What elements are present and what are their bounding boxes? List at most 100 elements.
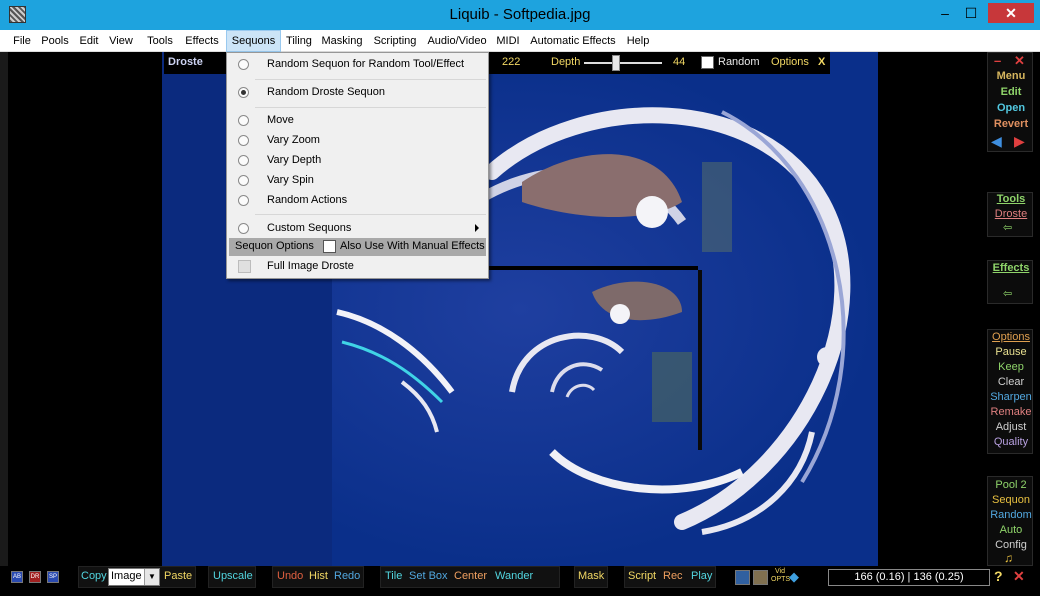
tile-button[interactable]: Tile <box>385 570 402 582</box>
mask-button[interactable]: Mask <box>578 570 604 582</box>
dd-move[interactable]: Move <box>227 111 488 131</box>
dd-random-actions[interactable]: Random Actions <box>227 191 488 211</box>
remake-link[interactable]: Remake <box>988 406 1034 418</box>
random-checkbox[interactable] <box>701 56 714 69</box>
submenu-arrow-icon <box>475 224 479 232</box>
dd-label: Vary Spin <box>267 174 314 186</box>
painting-icon[interactable] <box>753 570 768 585</box>
dd-label: Move <box>267 114 294 126</box>
vid-opts-button[interactable]: Vid OPTS <box>771 568 790 586</box>
clear-link[interactable]: Clear <box>988 376 1034 388</box>
pause-link[interactable]: Pause <box>988 346 1034 358</box>
menu-tiling[interactable]: Tiling <box>284 30 314 52</box>
quality-link[interactable]: Quality <box>988 436 1034 448</box>
edit-link[interactable]: Edit <box>988 86 1034 98</box>
depth-slider-track[interactable] <box>584 62 662 64</box>
back-arrow-icon[interactable]: ⇦ <box>1003 221 1012 234</box>
menu-file[interactable]: File <box>10 30 34 52</box>
radio-icon <box>238 115 249 126</box>
arrow-right-icon[interactable]: ▶ <box>1014 133 1025 150</box>
menu-effects[interactable]: Effects <box>181 30 223 52</box>
radio-icon <box>238 135 249 146</box>
sharpen-link[interactable]: Sharpen <box>988 391 1034 403</box>
sequon-link[interactable]: Sequon <box>988 494 1034 506</box>
menu-automatic-effects[interactable]: Automatic Effects <box>526 30 620 52</box>
droste-link[interactable]: Droste <box>988 208 1034 220</box>
wander-button[interactable]: Wander <box>495 570 533 582</box>
script-button[interactable]: Script <box>628 570 656 582</box>
menu-sequons[interactable]: Sequons <box>226 30 281 52</box>
dd-label: Vary Zoom <box>267 134 320 146</box>
adjust-link[interactable]: Adjust <box>988 421 1034 433</box>
image-icon[interactable] <box>735 570 750 585</box>
depth-slider-thumb[interactable] <box>612 55 620 71</box>
minimize-button[interactable]: – <box>932 3 958 23</box>
menu-edit[interactable]: Edit <box>76 30 102 52</box>
music-note-icon[interactable]: ♫ <box>1004 551 1013 565</box>
minus-icon[interactable]: – <box>994 53 1001 68</box>
undo-button[interactable]: Undo <box>277 570 303 582</box>
radio-icon <box>238 59 249 70</box>
dd-full-image-droste[interactable]: Full Image Droste <box>227 257 488 277</box>
diamond-icon[interactable]: ◆ <box>789 569 799 585</box>
auto-link[interactable]: Auto <box>988 524 1034 536</box>
options-button[interactable]: Options <box>771 56 809 68</box>
dd-custom-sequons[interactable]: Custom Sequons <box>227 219 488 239</box>
keep-link[interactable]: Keep <box>988 361 1034 373</box>
dd-vary-zoom[interactable]: Vary Zoom <box>227 131 488 151</box>
dd-label: Vary Depth <box>267 154 322 166</box>
menu-view[interactable]: View <box>106 30 136 52</box>
pool-box: Pool 2 Sequon Random Auto Config ♫ <box>987 476 1033 566</box>
rec-button[interactable]: Rec <box>663 570 683 582</box>
menu-midi[interactable]: MIDI <box>494 30 522 52</box>
help-button[interactable]: ? <box>994 568 1003 584</box>
dd-vary-depth[interactable]: Vary Depth <box>227 151 488 171</box>
close-x-icon[interactable]: ✕ <box>1014 53 1025 69</box>
menu-help[interactable]: Help <box>624 30 652 52</box>
play-button[interactable]: Play <box>691 570 712 582</box>
paste-button[interactable]: Paste <box>164 570 192 582</box>
menu-pools[interactable]: Pools <box>38 30 72 52</box>
back-arrow-icon[interactable]: ⇦ <box>1003 287 1012 300</box>
upscale-button[interactable]: Upscale <box>213 570 253 582</box>
radio-checked-icon <box>238 87 249 98</box>
tools-link[interactable]: Tools <box>988 193 1034 205</box>
menu-masking[interactable]: Masking <box>319 30 365 52</box>
ab-icon[interactable]: AB <box>11 571 23 583</box>
config-link[interactable]: Config <box>988 539 1034 551</box>
revert-link[interactable]: Revert <box>988 118 1034 130</box>
hist-button[interactable]: Hist <box>309 570 328 582</box>
menu-scripting[interactable]: Scripting <box>370 30 420 52</box>
redo-button[interactable]: Redo <box>334 570 360 582</box>
tools-x-icon[interactable]: ✕ <box>1013 568 1025 585</box>
options-box: Options Pause Keep Clear Sharpen Remake … <box>987 329 1033 454</box>
menu-audio-video[interactable]: Audio/Video <box>424 30 490 52</box>
chevron-down-icon[interactable]: ▼ <box>144 569 159 585</box>
dd-random-droste-sequon[interactable]: Random Droste Sequon <box>227 83 488 103</box>
setbox-button[interactable]: Set Box <box>409 570 448 582</box>
radio-icon <box>238 175 249 186</box>
depth-label: Depth <box>551 56 581 68</box>
options-link[interactable]: Options <box>988 331 1034 343</box>
effects-link[interactable]: Effects <box>988 262 1034 274</box>
dd-vary-spin[interactable]: Vary Spin <box>227 171 488 191</box>
dd-label: Random Droste Sequon <box>267 86 386 98</box>
also-use-checkbox[interactable] <box>323 240 336 253</box>
arrow-left-icon[interactable]: ◀ <box>991 133 1002 150</box>
maximize-button[interactable]: ☐ <box>958 3 984 23</box>
dd-random-sequon-tool[interactable]: Random Sequon for Random Tool/Effect <box>227 55 488 75</box>
depth-value: 44 <box>673 56 686 68</box>
droste-close-button[interactable]: X <box>818 56 825 68</box>
copy-button[interactable]: Copy <box>81 570 107 582</box>
close-button[interactable]: ✕ <box>988 3 1034 23</box>
pool-link[interactable]: Pool 2 <box>988 479 1034 491</box>
center-button[interactable]: Center <box>454 570 487 582</box>
dr-icon[interactable]: DR <box>29 571 41 583</box>
random-link[interactable]: Random <box>988 509 1034 521</box>
menu-link[interactable]: Menu <box>988 70 1034 82</box>
radio-icon <box>238 223 249 234</box>
copy-source-select[interactable]: Image ▼ <box>108 568 160 586</box>
open-link[interactable]: Open <box>988 102 1034 114</box>
menu-tools[interactable]: Tools <box>143 30 177 52</box>
sp-icon[interactable]: SP <box>47 571 59 583</box>
